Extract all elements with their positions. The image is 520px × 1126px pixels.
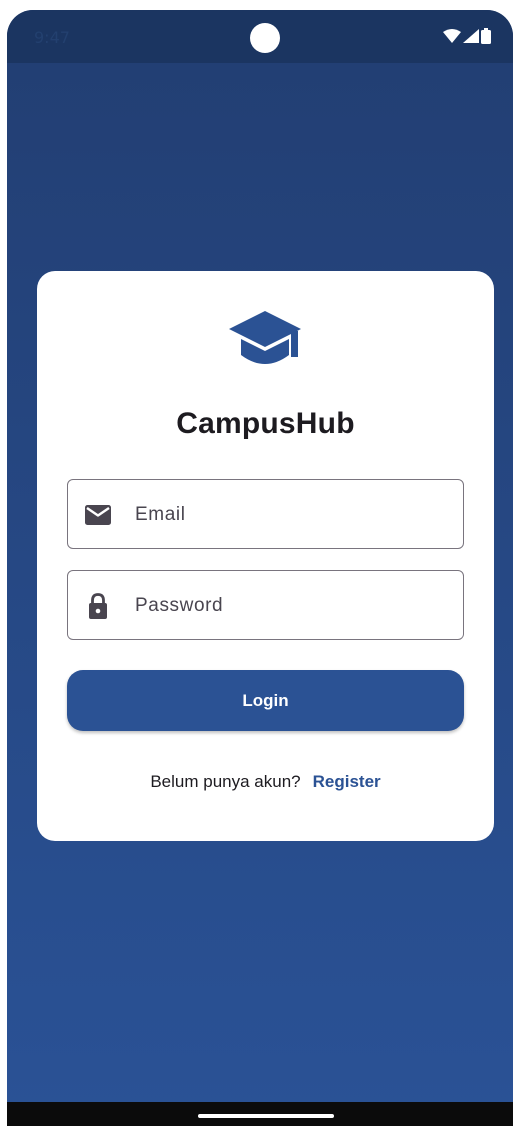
battery-icon (481, 28, 491, 44)
app-title: CampusHub (176, 407, 355, 440)
email-label: Email (135, 504, 186, 525)
navigation-bar (7, 1102, 513, 1126)
home-indicator[interactable] (198, 1114, 334, 1118)
graduation-cap-icon (229, 311, 301, 364)
password-field[interactable]: Password (67, 570, 464, 640)
register-row: Belum punya akun? Register (37, 772, 494, 792)
app-screen: 9:47 CampusHub Email Password Login Belu… (7, 10, 513, 1126)
lock-icon (89, 593, 107, 619)
login-button[interactable]: Login (67, 670, 464, 731)
camera-cutout (250, 23, 280, 53)
register-prompt: Belum punya akun? (150, 772, 301, 791)
password-label: Password (135, 595, 224, 616)
email-field[interactable]: Email (67, 479, 464, 549)
status-bar: 9:47 (7, 10, 513, 63)
login-card: CampusHub Email Password Login Belum pun… (37, 271, 494, 841)
register-link[interactable]: Register (313, 772, 381, 791)
status-time: 9:47 (34, 28, 70, 47)
wifi-icon (443, 29, 461, 43)
mail-icon (85, 505, 111, 525)
signal-icon (463, 29, 479, 43)
status-icons (443, 28, 491, 44)
